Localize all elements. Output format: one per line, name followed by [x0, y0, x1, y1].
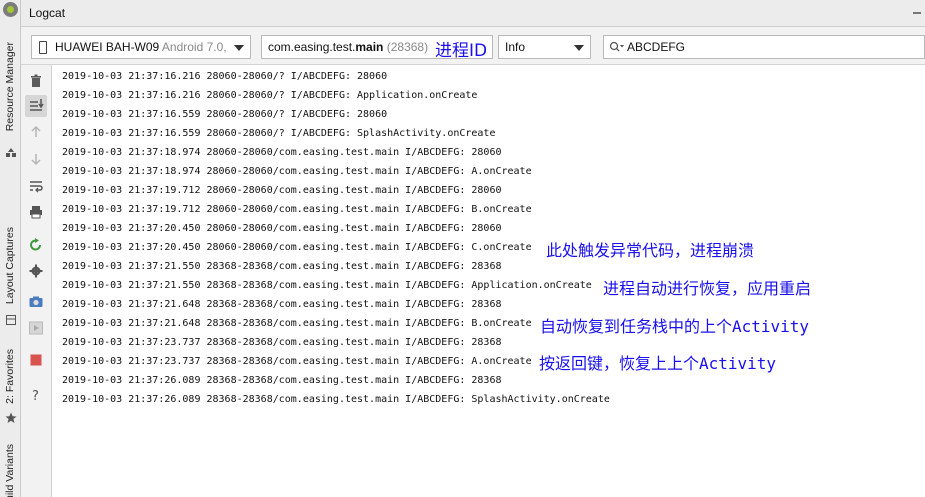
process-package: com.easing.test. — [268, 40, 356, 54]
side-tab-label: Layout Captures — [4, 227, 16, 305]
log-line: 2019-10-03 21:37:21.550 28368-28368/com.… — [62, 261, 502, 272]
log-line: 2019-10-03 21:37:20.450 28060-28060/com.… — [62, 242, 532, 253]
log-line: 2019-10-03 21:37:21.648 28368-28368/com.… — [62, 299, 502, 310]
log-line: 2019-10-03 21:37:16.559 28060-28060/? I/… — [62, 109, 388, 120]
logcat-action-bar: ? — [21, 65, 52, 497]
device-detail: Android 7.0, — [161, 40, 227, 54]
help-icon[interactable]: ? — [28, 387, 44, 404]
layout-icon — [5, 311, 17, 325]
chevron-down-icon — [574, 45, 584, 51]
side-tab-label: Resource Manager — [4, 42, 16, 132]
log-line: 2019-10-03 21:37:26.089 28368-28368/com.… — [62, 394, 610, 405]
android-icon-center — [7, 6, 14, 13]
down-arrow-icon[interactable] — [28, 151, 44, 167]
search-value: ABCDEFG — [627, 40, 686, 54]
log-line: 2019-10-03 21:37:23.737 28368-28368/com.… — [62, 356, 532, 367]
log-line: 2019-10-03 21:37:18.974 28060-28060/com.… — [62, 147, 502, 158]
annotation-back: 按返回键，恢复上上个Activity — [539, 354, 777, 373]
log-line: 2019-10-03 21:37:19.712 28060-28060/com.… — [62, 185, 502, 196]
device-name: HUAWEI BAH-W09 — [55, 40, 160, 54]
stop-icon[interactable] — [28, 352, 44, 368]
log-line: 2019-10-03 21:37:20.450 28060-28060/com.… — [62, 223, 502, 234]
side-tool-strip: Resource Manager Layout Captures 2: Favo… — [0, 0, 21, 497]
side-tab-layout-captures[interactable]: Layout Captures — [0, 225, 21, 325]
restart-icon[interactable] — [28, 237, 44, 253]
window-title: Logcat — [29, 6, 66, 20]
settings-icon[interactable] — [28, 263, 44, 279]
side-tab-build-variants[interactable]: Build Variants — [0, 440, 21, 497]
chevron-down-icon — [234, 45, 244, 51]
log-line: 2019-10-03 21:37:26.089 28368-28368/com.… — [62, 375, 502, 386]
scroll-end-icon[interactable] — [25, 95, 47, 117]
device-selector[interactable]: HUAWEI BAH-W09 Android 7.0, — [31, 35, 251, 59]
log-line: 2019-10-03 21:37:21.648 28368-28368/com.… — [62, 318, 532, 329]
trash-icon[interactable] — [28, 73, 44, 89]
log-line: 2019-10-03 21:37:16.559 28060-28060/? I/… — [62, 128, 496, 139]
side-tab-label: Build Variants — [4, 444, 16, 497]
star-icon — [5, 409, 17, 423]
side-tab-favorites[interactable]: 2: Favorites — [0, 345, 21, 425]
soft-wrap-icon[interactable] — [28, 178, 44, 194]
up-arrow-icon[interactable] — [28, 124, 44, 140]
log-level-value: Info — [505, 40, 526, 54]
process-main: main — [355, 40, 384, 54]
resource-icon — [5, 144, 17, 157]
search-icon — [609, 41, 625, 56]
annotation-crash: 此处触发异常代码，进程崩溃 — [546, 241, 755, 260]
annotation-restore: 自动恢复到任务栈中的上个Activity — [540, 317, 810, 336]
screenshot-icon[interactable] — [28, 294, 44, 310]
print-icon[interactable] — [28, 204, 44, 220]
annotation-recover: 进程自动进行恢复，应用重启 — [603, 279, 812, 298]
log-line: 2019-10-03 21:37:16.216 28060-28060/? I/… — [62, 71, 388, 82]
annotation-process-id: 进程ID — [435, 41, 488, 61]
log-line: 2019-10-03 21:37:18.974 28060-28060/com.… — [62, 166, 532, 177]
svg-text:?: ? — [32, 389, 39, 403]
phone-icon — [39, 41, 47, 54]
log-line: 2019-10-03 21:37:19.712 28060-28060/com.… — [62, 204, 532, 215]
side-tab-label: 2: Favorites — [4, 349, 16, 404]
title-bar: Logcat — [21, 0, 925, 27]
process-pid: (28368) — [386, 40, 429, 54]
screen-record-icon[interactable] — [28, 320, 44, 336]
log-line: 2019-10-03 21:37:16.216 28060-28060/? I/… — [62, 90, 478, 101]
side-tab-resource-manager[interactable]: Resource Manager — [0, 40, 21, 160]
search-field[interactable]: ABCDEFG — [603, 35, 925, 59]
minimize-icon[interactable] — [913, 12, 921, 14]
log-line: 2019-10-03 21:37:23.737 28368-28368/com.… — [62, 337, 502, 348]
log-level-selector[interactable]: Info — [498, 35, 591, 59]
log-line: 2019-10-03 21:37:21.550 28368-28368/com.… — [62, 280, 592, 291]
